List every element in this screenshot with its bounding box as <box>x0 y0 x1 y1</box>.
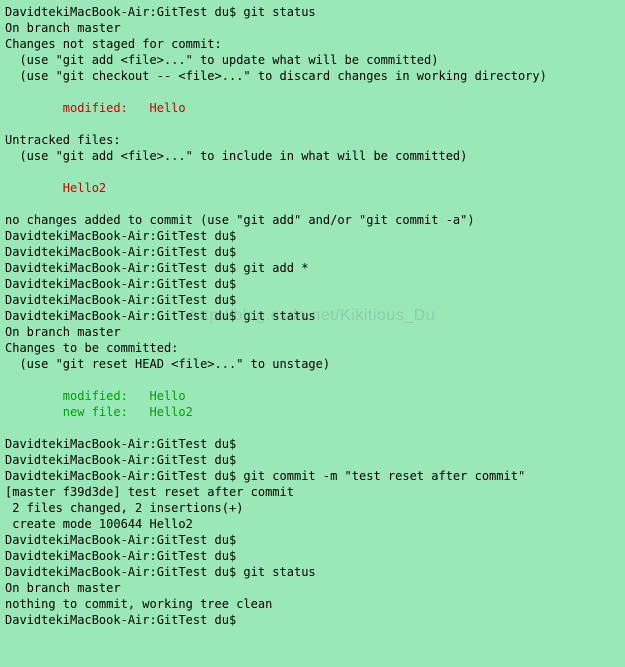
terminal-line: DavidtekiMacBook-Air:GitTest du$ git com… <box>5 468 620 484</box>
terminal-line: DavidtekiMacBook-Air:GitTest du$ <box>5 548 620 564</box>
terminal-line: DavidtekiMacBook-Air:GitTest du$ git sta… <box>5 564 620 580</box>
terminal-line: On branch master <box>5 580 620 596</box>
terminal-line <box>5 84 620 100</box>
terminal-line: DavidtekiMacBook-Air:GitTest du$ <box>5 452 620 468</box>
terminal-line: DavidtekiMacBook-Air:GitTest du$ <box>5 532 620 548</box>
terminal-line: (use "git add <file>..." to include in w… <box>5 148 620 164</box>
terminal-line: DavidtekiMacBook-Air:GitTest du$ <box>5 228 620 244</box>
terminal-line: nothing to commit, working tree clean <box>5 596 620 612</box>
terminal-line: (use "git add <file>..." to update what … <box>5 52 620 68</box>
terminal-line: modified: Hello <box>5 388 620 404</box>
terminal-line: DavidtekiMacBook-Air:GitTest du$ <box>5 612 620 628</box>
terminal-line <box>5 372 620 388</box>
terminal-line: (use "git reset HEAD <file>..." to unsta… <box>5 356 620 372</box>
terminal-line: [master f39d3de] test reset after commit <box>5 484 620 500</box>
terminal-line: no changes added to commit (use "git add… <box>5 212 620 228</box>
terminal-line: Changes to be committed: <box>5 340 620 356</box>
terminal-line: (use "git checkout -- <file>..." to disc… <box>5 68 620 84</box>
terminal-line <box>5 420 620 436</box>
terminal-line: modified: Hello <box>5 100 620 116</box>
terminal-line: DavidtekiMacBook-Air:GitTest du$ <box>5 436 620 452</box>
terminal-line: DavidtekiMacBook-Air:GitTest du$ git add… <box>5 260 620 276</box>
terminal-line: DavidtekiMacBook-Air:GitTest du$ <box>5 276 620 292</box>
terminal-line: create mode 100644 Hello2 <box>5 516 620 532</box>
terminal-line <box>5 196 620 212</box>
terminal-line: DavidtekiMacBook-Air:GitTest du$ <box>5 244 620 260</box>
terminal-line: Untracked files: <box>5 132 620 148</box>
terminal-line: Changes not staged for commit: <box>5 36 620 52</box>
terminal-line: On branch master <box>5 324 620 340</box>
terminal-line <box>5 116 620 132</box>
terminal-output: DavidtekiMacBook-Air:GitTest du$ git sta… <box>5 4 620 628</box>
terminal-line: 2 files changed, 2 insertions(+) <box>5 500 620 516</box>
terminal-line <box>5 164 620 180</box>
terminal-line: DavidtekiMacBook-Air:GitTest du$ git sta… <box>5 4 620 20</box>
terminal-line: new file: Hello2 <box>5 404 620 420</box>
terminal-line: DavidtekiMacBook-Air:GitTest du$ <box>5 292 620 308</box>
terminal-line: DavidtekiMacBook-Air:GitTest du$ git sta… <box>5 308 620 324</box>
terminal-line: Hello2 <box>5 180 620 196</box>
terminal-line: On branch master <box>5 20 620 36</box>
